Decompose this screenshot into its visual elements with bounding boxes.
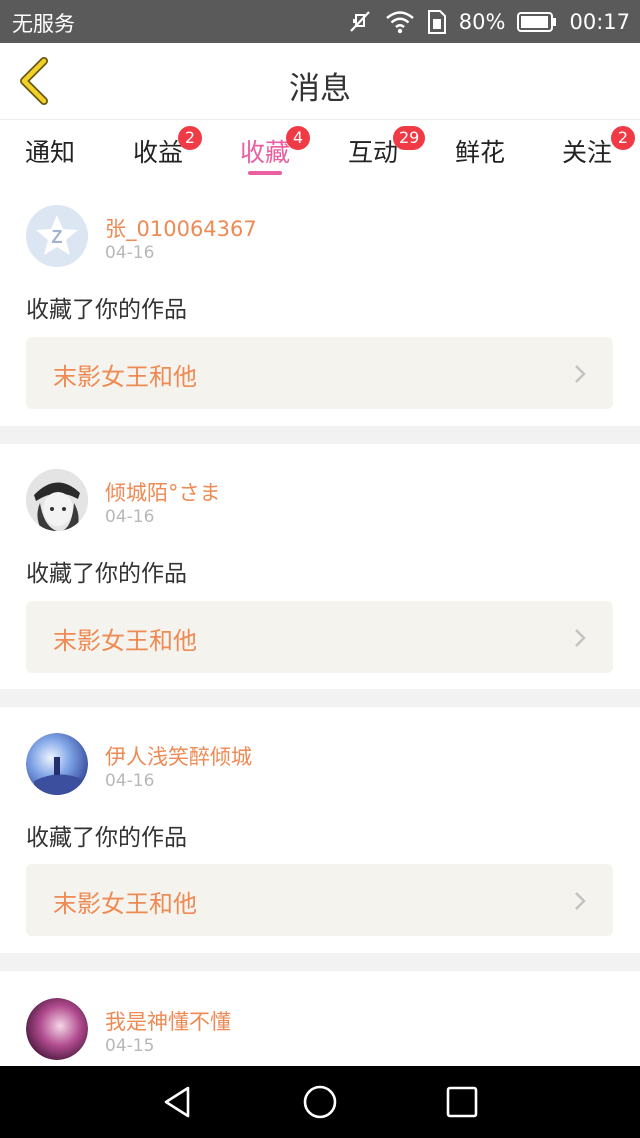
tab-interactions[interactable]: 互动 29 xyxy=(348,126,426,169)
active-tab-indicator xyxy=(248,171,282,175)
tab-label: 收藏 xyxy=(240,138,291,167)
action-text: 收藏了你的作品 xyxy=(26,297,187,323)
message-card: 我是神懂不懂 04-15 xyxy=(0,971,640,1066)
username[interactable]: 我是神懂不懂 xyxy=(105,1006,231,1036)
username[interactable]: 倾城陌°さま xyxy=(105,477,221,507)
work-title: 末影女王和他 xyxy=(53,890,197,918)
tab-label: 通知 xyxy=(25,138,76,167)
action-text: 收藏了你的作品 xyxy=(26,561,187,587)
work-title: 末影女王和他 xyxy=(53,627,197,655)
work-title: 末影女王和他 xyxy=(53,363,197,391)
mute-icon xyxy=(347,9,373,35)
recents-square-icon[interactable] xyxy=(444,1084,480,1120)
message-date: 04-16 xyxy=(105,507,155,527)
unread-badge: 4 xyxy=(286,126,310,150)
action-text: 收藏了你的作品 xyxy=(26,825,187,851)
battery-percent: 80% xyxy=(458,10,506,34)
message-date: 04-16 xyxy=(105,243,155,263)
tab-notifications[interactable]: 通知 xyxy=(25,133,75,169)
tab-favorites[interactable]: 收藏 4 xyxy=(240,126,310,175)
user-avatar-icon xyxy=(26,998,88,1060)
card-separator xyxy=(0,689,640,707)
message-card: 伊人浅笑醉倾城 04-16 收藏了你的作品 末影女王和他 xyxy=(0,707,640,951)
avatar[interactable] xyxy=(26,998,88,1060)
status-bar: 无服务 80% 00:17 xyxy=(0,0,640,43)
home-circle-icon[interactable] xyxy=(302,1084,338,1120)
tab-bar: 通知 收益 2 收藏 4 互动 29 鲜花 关注 2 xyxy=(0,120,640,182)
chevron-right-icon xyxy=(575,629,586,647)
unread-badge: 2 xyxy=(178,126,202,150)
work-link-card[interactable]: 末影女王和他 xyxy=(26,337,613,409)
message-date: 04-15 xyxy=(105,1036,155,1056)
avatar[interactable] xyxy=(26,469,88,531)
clock: 00:17 xyxy=(569,10,630,34)
message-date: 04-16 xyxy=(105,771,155,791)
avatar[interactable] xyxy=(26,733,88,795)
card-separator xyxy=(0,953,640,971)
avatar[interactable]: Z xyxy=(26,205,88,267)
chevron-right-icon xyxy=(575,892,586,910)
carrier-label: 无服务 xyxy=(12,12,75,36)
message-card: 倾城陌°さま 04-16 收藏了你的作品 末影女王和他 xyxy=(0,444,640,688)
header-bar: 消息 xyxy=(0,43,640,120)
username[interactable]: 伊人浅笑醉倾城 xyxy=(105,741,252,771)
tab-following[interactable]: 关注 2 xyxy=(562,126,635,169)
unread-badge: 29 xyxy=(393,126,426,150)
card-separator xyxy=(0,426,640,444)
tab-label: 互动 xyxy=(348,138,399,167)
system-nav-bar xyxy=(0,1066,640,1138)
back-triangle-icon[interactable] xyxy=(160,1084,196,1120)
svg-text:Z: Z xyxy=(52,227,63,247)
default-avatar-icon: Z xyxy=(26,205,88,267)
tab-label: 关注 xyxy=(562,138,613,167)
user-avatar-icon xyxy=(26,469,88,531)
unread-badge: 2 xyxy=(611,126,635,150)
tab-label: 鲜花 xyxy=(455,138,506,167)
tab-earnings[interactable]: 收益 2 xyxy=(133,126,202,169)
user-avatar-icon xyxy=(26,733,88,795)
work-link-card[interactable]: 末影女王和他 xyxy=(26,601,613,673)
work-link-card[interactable]: 末影女王和他 xyxy=(26,864,613,936)
tab-label: 收益 xyxy=(133,138,184,167)
message-card: Z 张_010064367 04-16 收藏了你的作品 末影女王和他 xyxy=(0,182,640,426)
sim-icon xyxy=(427,9,447,35)
tab-flowers[interactable]: 鲜花 xyxy=(455,133,505,169)
page-title: 消息 xyxy=(289,71,351,107)
chevron-right-icon xyxy=(575,365,586,383)
wifi-icon xyxy=(385,10,415,34)
battery-icon xyxy=(517,11,557,33)
username[interactable]: 张_010064367 xyxy=(105,213,257,243)
